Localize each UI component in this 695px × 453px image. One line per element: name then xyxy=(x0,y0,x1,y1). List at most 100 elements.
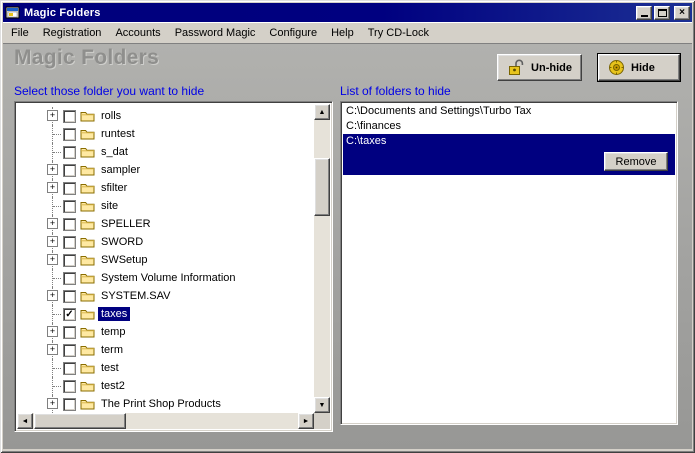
folder-checkbox[interactable] xyxy=(63,146,76,159)
maximize-button[interactable] xyxy=(654,6,670,20)
tree-item-label[interactable]: System Volume Information xyxy=(98,271,239,285)
menu-item-try-cd-lock[interactable]: Try CD-Lock xyxy=(361,23,436,43)
menu-item-accounts[interactable]: Accounts xyxy=(108,23,167,43)
tree-item-s-dat[interactable]: s_dat xyxy=(45,143,314,161)
folder-checkbox[interactable] xyxy=(63,218,76,231)
tree-horizontal-scrollbar[interactable]: ◄ ► xyxy=(17,413,314,429)
tree-item-label[interactable]: taxes xyxy=(98,307,130,321)
tree-item-sfilter[interactable]: + sfilter xyxy=(45,179,314,197)
tree-item-test2[interactable]: test2 xyxy=(45,377,314,395)
folder-checkbox[interactable] xyxy=(63,164,76,177)
tree-expander[interactable]: + xyxy=(45,341,61,359)
folder-checkbox[interactable] xyxy=(63,236,76,249)
menu-item-registration[interactable]: Registration xyxy=(36,23,109,43)
tree-item-test[interactable]: test xyxy=(45,359,314,377)
vertical-scroll-thumb[interactable] xyxy=(314,158,330,216)
folder-checkbox[interactable] xyxy=(63,200,76,213)
tree-item-label[interactable]: sampler xyxy=(98,163,143,177)
tree-item-label[interactable]: test xyxy=(98,361,122,375)
folder-checkbox[interactable] xyxy=(63,128,76,141)
tree-item-system-sav[interactable]: + SYSTEM.SAV xyxy=(45,287,314,305)
plus-icon[interactable]: + xyxy=(47,164,58,175)
folder-checkbox[interactable] xyxy=(63,182,76,195)
unhide-button[interactable]: Un-hide xyxy=(497,54,582,81)
folder-list-item[interactable]: C:\finances xyxy=(343,119,675,134)
remove-button[interactable]: Remove xyxy=(604,152,668,171)
tree-item-label[interactable]: runtest xyxy=(98,127,138,141)
tree-item-sampler[interactable]: + sampler xyxy=(45,161,314,179)
menu-item-help[interactable]: Help xyxy=(324,23,361,43)
tree-item-label[interactable]: temp xyxy=(98,325,128,339)
minimize-button[interactable] xyxy=(636,6,652,20)
folder-checkbox[interactable] xyxy=(63,398,76,411)
folder-checkbox[interactable] xyxy=(63,110,76,123)
folder-checkbox[interactable] xyxy=(63,326,76,339)
tree-item-sword[interactable]: + SWORD xyxy=(45,233,314,251)
tree-item-temp[interactable]: + temp xyxy=(45,323,314,341)
dotted-connector-line xyxy=(53,314,61,315)
tree-expander[interactable]: + xyxy=(45,395,61,413)
plus-icon[interactable]: + xyxy=(47,254,58,265)
tree-item-rolls[interactable]: + rolls xyxy=(45,107,314,125)
tree-expander[interactable]: + xyxy=(45,287,61,305)
tree-item-site[interactable]: site xyxy=(45,197,314,215)
tree-expander[interactable]: + xyxy=(45,161,61,179)
plus-icon[interactable]: + xyxy=(47,398,58,409)
folder-checkbox[interactable] xyxy=(63,254,76,267)
plus-icon[interactable]: + xyxy=(47,344,58,355)
tree-expander[interactable]: + xyxy=(45,323,61,341)
tree-vertical-scrollbar[interactable]: ▲ ▼ xyxy=(314,104,330,413)
tree-item-speller[interactable]: + SPELLER xyxy=(45,215,314,233)
folder-tree[interactable]: + rolls runtest s_dat + sampler + sfilter site + S… xyxy=(17,104,314,413)
tree-expander[interactable]: + xyxy=(45,233,61,251)
menu-item-password-magic[interactable]: Password Magic xyxy=(168,23,263,43)
tree-item-label[interactable]: SYSTEM.SAV xyxy=(98,289,173,303)
tree-expander[interactable]: + xyxy=(45,107,61,125)
tree-item-swsetup[interactable]: + SWSetup xyxy=(45,251,314,269)
hide-button[interactable]: Hide xyxy=(598,54,680,81)
tree-item-label[interactable]: sfilter xyxy=(98,181,130,195)
plus-icon[interactable]: + xyxy=(47,290,58,301)
tree-item-term[interactable]: + term xyxy=(45,341,314,359)
tree-item-system-volume-information[interactable]: System Volume Information xyxy=(45,269,314,287)
tree-item-label[interactable]: SWORD xyxy=(98,235,146,249)
folder-checkbox[interactable] xyxy=(63,272,76,285)
folder-icon xyxy=(80,254,95,266)
close-button[interactable]: × xyxy=(674,6,690,20)
tree-item-label[interactable]: The Print Shop Products xyxy=(98,397,224,411)
plus-icon[interactable]: + xyxy=(47,182,58,193)
scroll-right-button[interactable]: ► xyxy=(298,413,314,429)
menu-item-configure[interactable]: Configure xyxy=(262,23,324,43)
scroll-up-button[interactable]: ▲ xyxy=(314,104,330,120)
plus-icon[interactable]: + xyxy=(47,236,58,247)
plus-icon[interactable]: + xyxy=(47,110,58,121)
tree-item-the-print-shop-products[interactable]: + The Print Shop Products xyxy=(45,395,314,413)
folder-checkbox[interactable] xyxy=(63,344,76,357)
tree-item-label[interactable]: s_dat xyxy=(98,145,131,159)
plus-icon[interactable]: + xyxy=(47,218,58,229)
scroll-down-button[interactable]: ▼ xyxy=(314,397,330,413)
tree-connector xyxy=(45,359,61,377)
tree-expander[interactable]: + xyxy=(45,179,61,197)
tree-item-label[interactable]: SWSetup xyxy=(98,253,150,267)
tree-item-runtest[interactable]: runtest xyxy=(45,125,314,143)
tree-item-taxes[interactable]: ✓ taxes xyxy=(45,305,314,323)
folder-list-item[interactable]: C:\taxesRemove xyxy=(343,134,675,175)
tree-expander[interactable]: + xyxy=(45,215,61,233)
folder-list-item[interactable]: C:\Documents and Settings\Turbo Tax xyxy=(343,104,675,119)
tree-item-label[interactable]: rolls xyxy=(98,109,124,123)
scroll-left-button[interactable]: ◄ xyxy=(17,413,33,429)
folder-icon xyxy=(80,128,95,140)
folder-checkbox[interactable] xyxy=(63,362,76,375)
folder-checkbox[interactable] xyxy=(63,380,76,393)
tree-item-label[interactable]: term xyxy=(98,343,126,357)
tree-item-label[interactable]: site xyxy=(98,199,121,213)
menu-item-file[interactable]: File xyxy=(4,23,36,43)
tree-item-label[interactable]: test2 xyxy=(98,379,128,393)
folder-checkbox[interactable]: ✓ xyxy=(63,308,76,321)
plus-icon[interactable]: + xyxy=(47,326,58,337)
folder-checkbox[interactable] xyxy=(63,290,76,303)
tree-expander[interactable]: + xyxy=(45,251,61,269)
tree-item-label[interactable]: SPELLER xyxy=(98,217,154,231)
horizontal-scroll-thumb[interactable] xyxy=(34,413,126,429)
